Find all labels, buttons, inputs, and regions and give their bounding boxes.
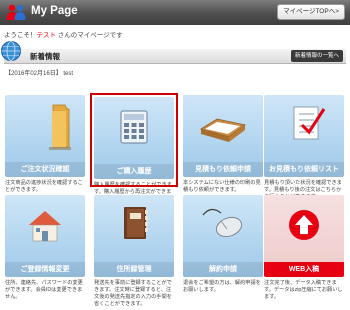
mouse-icon [202, 208, 243, 238]
tile-label: ご登録情報変更 [5, 262, 85, 277]
folder-icon [49, 104, 71, 150]
welcome-prefix: ようこそ！ [4, 32, 37, 39]
news-section-title: 新着情報 [30, 52, 60, 61]
welcome-suffix: さんのマイページです [56, 32, 123, 39]
tile-description: 住所、連絡先、パスワードの変更ができます。会員IDは変更できません。 [5, 280, 83, 300]
tile-description: 注文商品の進捗状況を確認することができます。 [5, 180, 83, 193]
tile-registration-change[interactable]: ご登録情報変更 住所、連絡先、パスワードの変更ができます。会員IDは変更できませ… [5, 195, 85, 301]
news-text: test [63, 71, 74, 77]
tile-description: 退会をご希望の方は、解約申請をお願いします。 [183, 280, 261, 293]
address-book-icon [124, 207, 148, 239]
tile-description: 注文完了後、データ入稿できます。データはzip圧縮にてお願いします。 [264, 280, 343, 300]
users-icon [6, 4, 26, 20]
tile-label: ご注文状況確認 [5, 162, 85, 177]
news-date: 【2016年02月16日】 [5, 71, 62, 77]
news-list-button[interactable]: 新着情報の一覧へ [290, 50, 343, 62]
tile-label: 住所録管理 [94, 262, 174, 277]
tile-label: お見積もり依頼リスト [264, 162, 344, 177]
tile-description: 発送先を事前に登録することができます。注文時に登録すると、注文後の発送先指定の入… [94, 280, 172, 307]
checklist-icon [293, 106, 326, 140]
highlight-frame [90, 93, 178, 187]
tile-address-book[interactable]: 住所録管理 発送先を事前に登録することができます。注文時に登録すると、注文後の発… [94, 195, 174, 308]
tile-order-status[interactable]: ご注文状況確認 注文商品の進捗状況を確認することができます。 [5, 95, 85, 194]
header-bar: My Page マイページTOPへ> [0, 0, 350, 25]
upload-arrow-icon [289, 210, 319, 240]
globe-icon [1, 41, 21, 61]
news-item[interactable]: 【2016年02月16日】 test [5, 68, 73, 77]
tile-web-upload[interactable]: WEB入稿 注文完了後、データ入稿できます。データはzip圧縮にてお願いします。 [264, 195, 344, 301]
user-name[interactable]: テスト [37, 32, 57, 39]
mypage-top-button[interactable]: マイページTOPへ> [277, 4, 345, 20]
welcome-message: ようこそ！テスト さんのマイページです [4, 29, 123, 39]
tile-label: 見積もり依頼申請 [183, 162, 263, 177]
house-icon [29, 211, 61, 242]
news-section-header: 新着情報 新着情報の一覧へ [1, 41, 346, 64]
tile-label: 解約申請 [183, 262, 263, 277]
tile-description: 本システムにない仕様の印刷の見積もり依頼ができます。 [183, 180, 261, 193]
page-title: My Page [31, 5, 78, 17]
tile-estimate-request[interactable]: 見積もり依頼申請 本システムにない仕様の印刷の見積もり依頼ができます。 [183, 95, 263, 194]
tile-label: WEB入稿 [264, 262, 344, 277]
tray-icon [200, 118, 246, 142]
tile-estimate-list[interactable]: お見積もり依頼リスト 見積もり頂いた状況を確認できます。見積もり後の注文はこちら… [264, 95, 344, 201]
tile-cancellation[interactable]: 解約申請 退会をご希望の方は、解約申請をお願いします。 [183, 195, 263, 294]
